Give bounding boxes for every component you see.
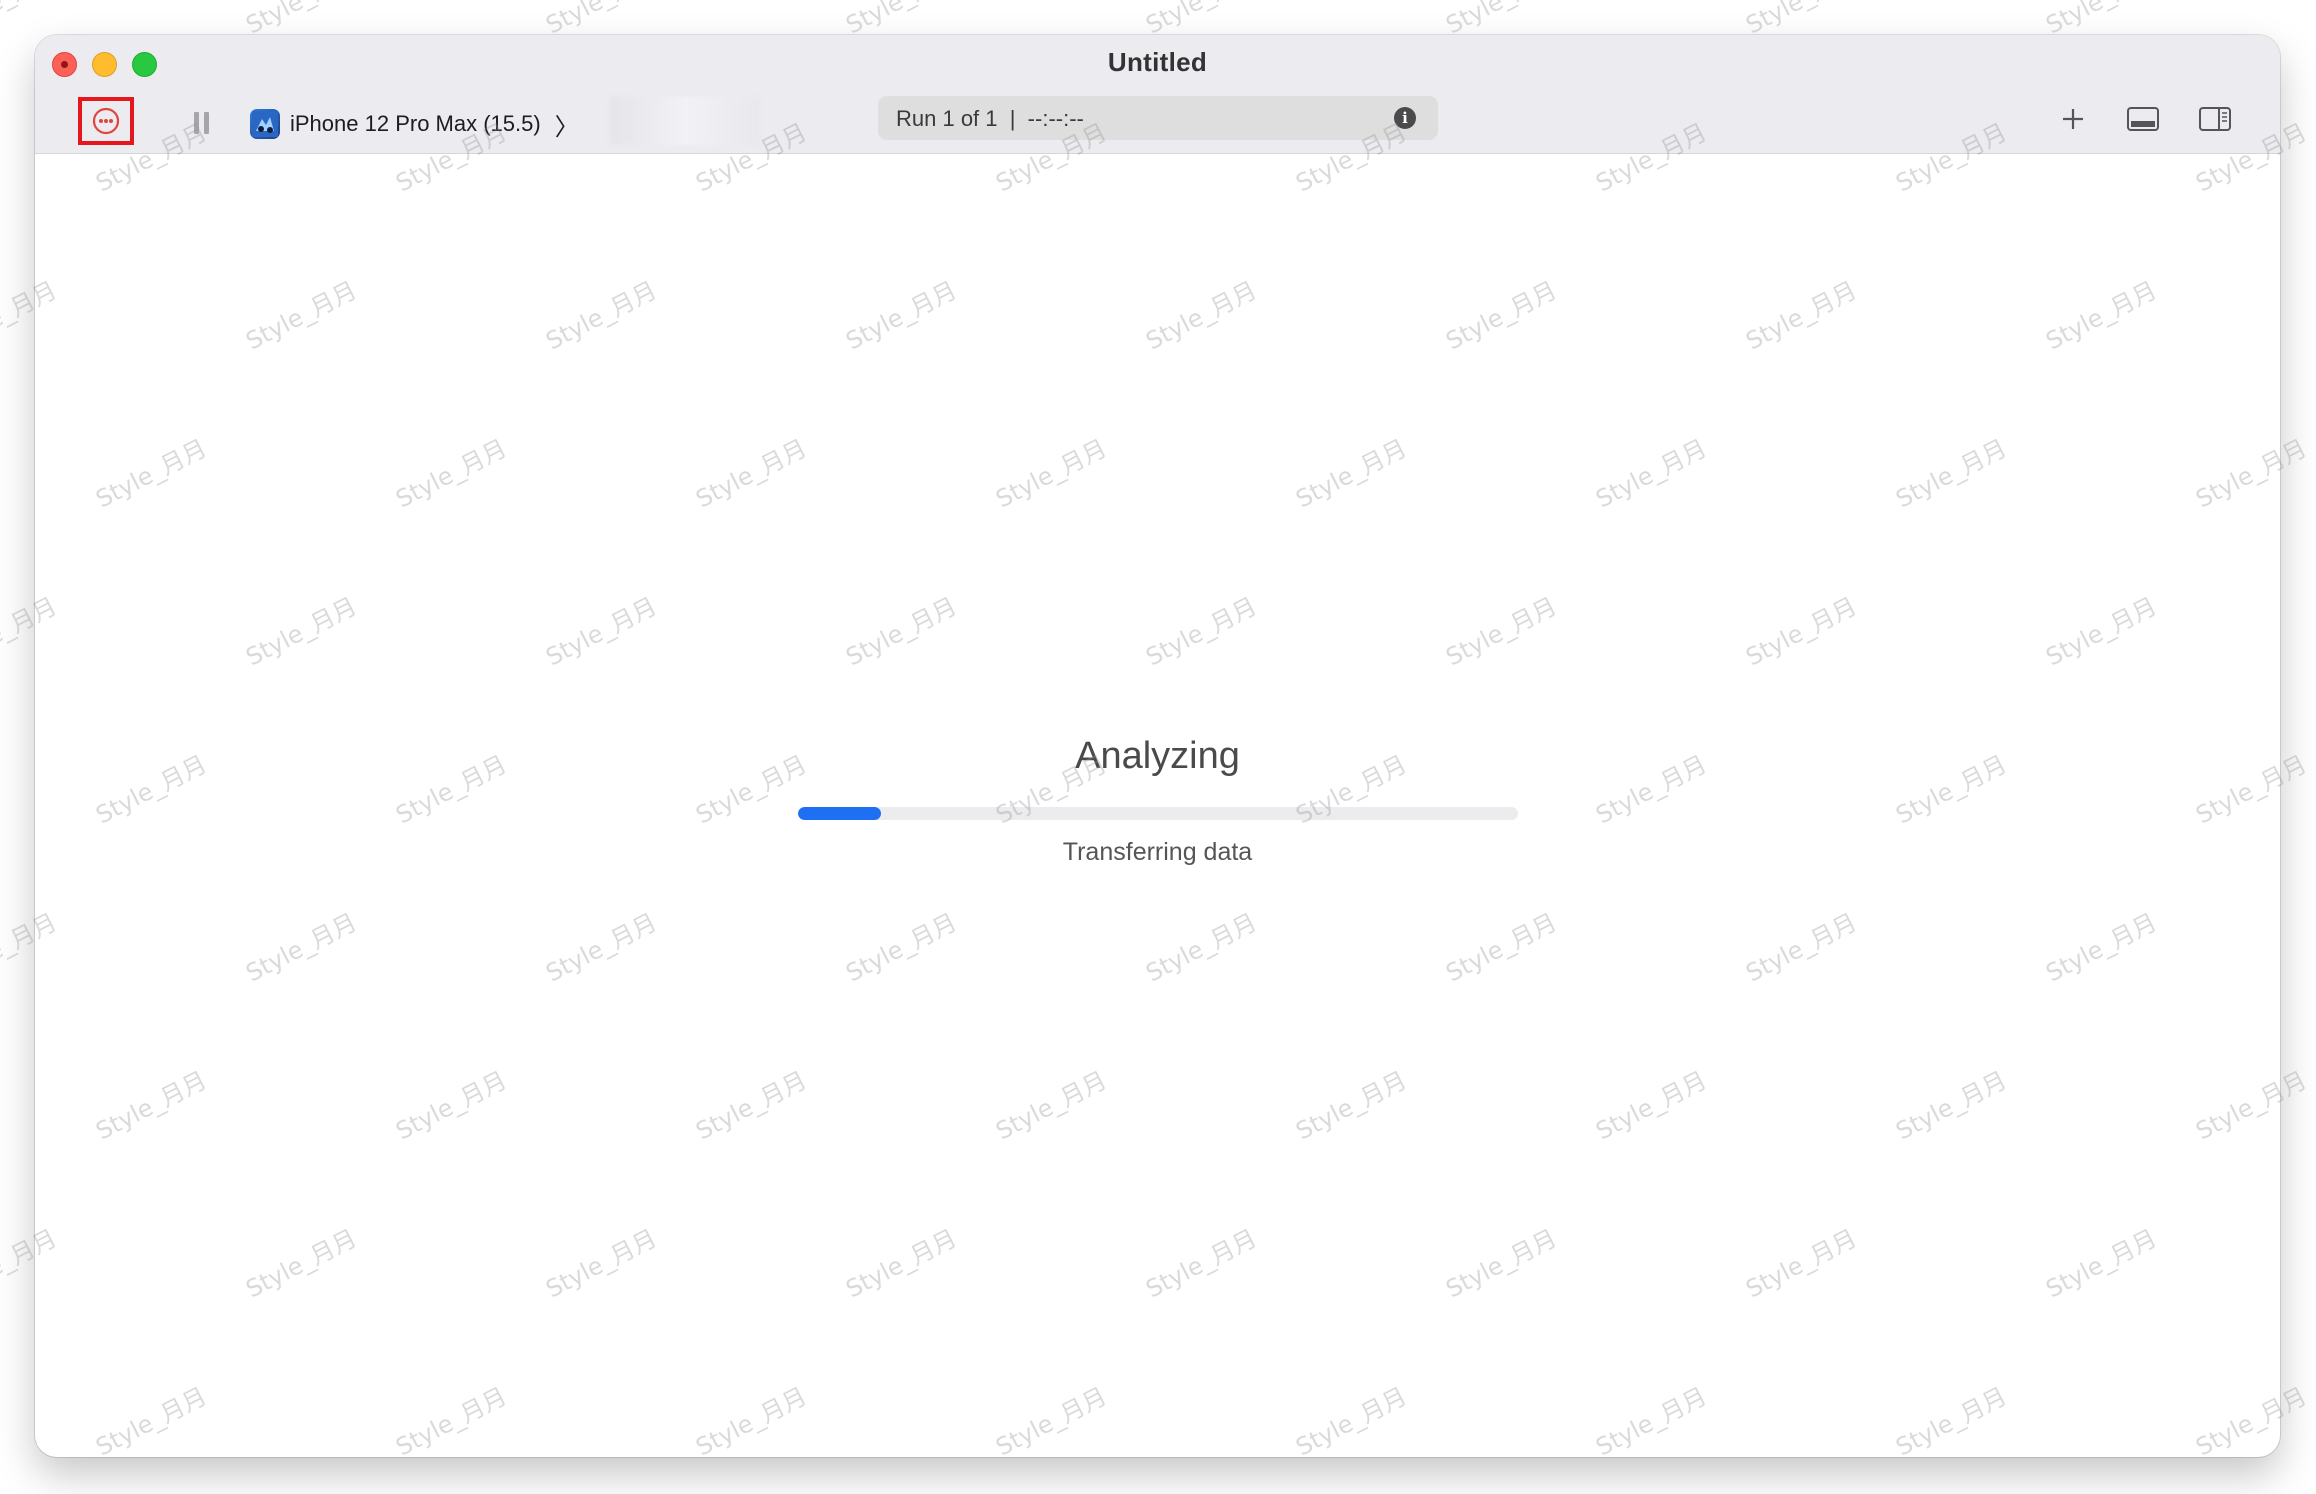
blurred-area	[610, 97, 760, 145]
record-stop-icon	[92, 107, 120, 135]
progress-status-text: Transferring data	[1062, 838, 1253, 866]
run-status-box: Run 1 of 1 | --:--:-- i	[878, 96, 1438, 140]
progress-bar	[798, 807, 1518, 820]
chevron-right-icon: 〉	[554, 113, 579, 141]
right-panel-icon	[2199, 107, 2231, 131]
run-status-text: Run 1 of 1 | --:--:--	[896, 106, 1084, 131]
device-label: iPhone 12 Pro Max (15.5)	[290, 111, 541, 136]
titlebar: Untitled iPhone 12 Pro Max (15.5) 〉 Run …	[35, 35, 2280, 154]
progress-fill	[798, 807, 881, 820]
window-title: Untitled	[1107, 47, 1208, 77]
app-icon	[250, 109, 280, 139]
pause-button[interactable]	[182, 103, 222, 143]
toggle-right-panel-button[interactable]	[2195, 101, 2235, 137]
analyzing-heading: Analyzing	[1075, 735, 1240, 777]
add-button[interactable]	[2055, 101, 2091, 137]
record-button[interactable]	[78, 97, 134, 145]
plus-icon	[2063, 109, 2083, 129]
info-icon[interactable]: i	[1394, 107, 1416, 129]
device-selector[interactable]: iPhone 12 Pro Max (15.5) 〉	[250, 103, 579, 145]
pause-icon	[194, 112, 209, 134]
toggle-bottom-panel-button[interactable]	[2123, 101, 2163, 137]
app-window: Untitled iPhone 12 Pro Max (15.5) 〉 Run …	[35, 35, 2280, 1457]
bottom-panel-icon	[2127, 107, 2159, 131]
